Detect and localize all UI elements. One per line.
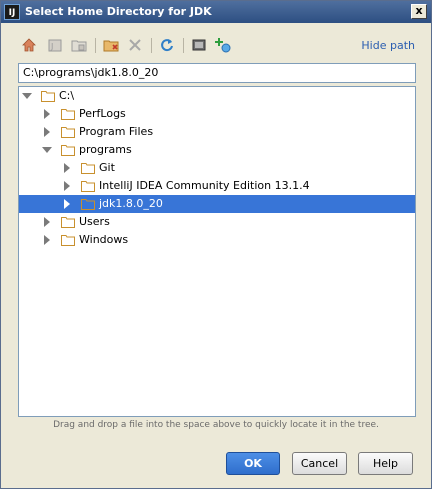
home-directory-icon[interactable]	[19, 35, 39, 55]
expanded-arrow-icon[interactable]	[22, 91, 32, 101]
tree-node-label: Windows	[79, 233, 129, 246]
directory-tree[interactable]: C:\ PerfLogs Program Files programs Git	[18, 86, 416, 417]
path-input[interactable]: C:\programs\jdk1.8.0_20	[18, 63, 416, 83]
toolbar-separator	[95, 38, 96, 53]
intellij-icon: IJ	[4, 4, 20, 20]
folder-icon	[81, 199, 95, 210]
tree-node-label: jdk1.8.0_20	[99, 197, 163, 210]
toolbar-separator	[151, 38, 152, 53]
folder-icon	[81, 181, 95, 192]
folder-icon	[41, 91, 55, 102]
collapsed-arrow-icon[interactable]	[42, 109, 52, 119]
title-bar[interactable]: IJ Select Home Directory for JDK x	[1, 1, 431, 23]
tree-node-label: PerfLogs	[79, 107, 126, 120]
tree-node-label: C:\	[59, 89, 75, 102]
collapsed-arrow-icon[interactable]	[42, 127, 52, 137]
expanded-arrow-icon[interactable]	[42, 145, 52, 155]
collapsed-arrow-icon[interactable]	[62, 163, 72, 173]
tree-node-users[interactable]: Users	[19, 213, 415, 231]
show-hidden-files-icon[interactable]	[189, 35, 209, 55]
folder-icon	[81, 163, 95, 174]
tree-node-perflogs[interactable]: PerfLogs	[19, 105, 415, 123]
close-button[interactable]: x	[411, 4, 427, 19]
folder-icon	[61, 217, 75, 228]
project-directory-icon[interactable]: J	[45, 35, 65, 55]
toolbar-separator	[183, 38, 184, 53]
folder-icon	[61, 127, 75, 138]
tree-node-label: IntelliJ IDEA Community Edition 13.1.4	[99, 179, 310, 192]
tree-node-git[interactable]: Git	[19, 159, 415, 177]
tree-node-label: Users	[79, 215, 110, 228]
drag-drop-hint: Drag and drop a file into the space abov…	[53, 420, 379, 430]
cancel-button[interactable]: Cancel	[292, 452, 347, 475]
tree-node-programs[interactable]: programs	[19, 141, 415, 159]
tree-node-label: programs	[79, 143, 132, 156]
collapsed-arrow-icon[interactable]	[42, 217, 52, 227]
tree-node-windows[interactable]: Windows	[19, 231, 415, 249]
hide-path-link[interactable]: Hide path	[361, 39, 415, 52]
folder-icon	[61, 109, 75, 120]
tree-node-label: Program Files	[79, 125, 154, 138]
folder-icon	[61, 235, 75, 246]
toolbar: J	[19, 35, 419, 57]
new-folder-icon[interactable]	[101, 35, 121, 55]
svg-text:J: J	[50, 42, 53, 51]
tree-node-c-drive[interactable]: C:\	[19, 87, 415, 105]
tree-node-label: Git	[99, 161, 115, 174]
tree-node-program-files[interactable]: Program Files	[19, 123, 415, 141]
refresh-icon[interactable]	[157, 35, 177, 55]
ok-button[interactable]: OK	[226, 452, 280, 475]
help-button[interactable]: Help	[358, 452, 413, 475]
collapsed-arrow-icon[interactable]	[42, 235, 52, 245]
module-directory-icon[interactable]	[69, 35, 89, 55]
add-network-icon[interactable]	[213, 35, 233, 55]
delete-icon[interactable]	[125, 35, 145, 55]
dialog-window: IJ Select Home Directory for JDK x J Hid…	[0, 0, 432, 489]
tree-node-jdk[interactable]: jdk1.8.0_20	[19, 195, 415, 213]
tree-node-intellij-idea[interactable]: IntelliJ IDEA Community Edition 13.1.4	[19, 177, 415, 195]
collapsed-arrow-icon[interactable]	[62, 199, 72, 209]
folder-icon	[61, 145, 75, 156]
collapsed-arrow-icon[interactable]	[62, 181, 72, 191]
dialog-title: Select Home Directory for JDK	[25, 5, 212, 18]
